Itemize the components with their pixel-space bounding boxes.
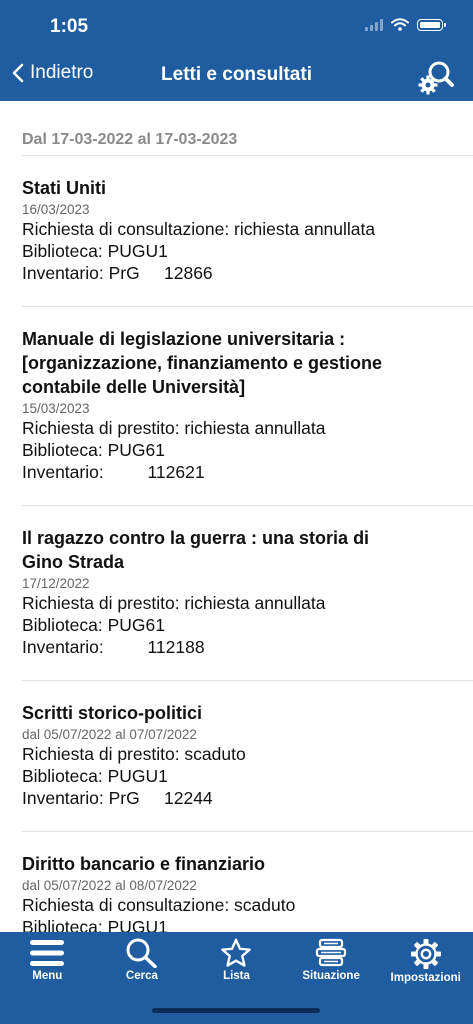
item-library: Biblioteca: PUGU1 [22,241,168,261]
books-stack-icon [315,938,347,967]
item-status: Richiesta di consultazione: richiesta an… [22,219,376,239]
item-library: Biblioteca: PUGU1 [22,917,168,932]
search-gear-icon [418,61,454,95]
tab-search[interactable]: Cerca [95,932,190,992]
home-indicator [152,1008,320,1013]
item-inventory: Inventario: PrG 12244 [22,788,213,808]
history-list[interactable]: Dal 17-03-2022 al 17-03-2023 Stati Uniti… [0,101,473,932]
list-item[interactable]: Manuale di legislazione universitaria : … [22,307,473,506]
signal-icon [365,18,383,31]
item-date: dal 05/07/2022 al 07/07/2022 [22,727,197,742]
item-title: Manuale di legislazione universitaria : … [22,329,383,397]
wifi-icon [391,18,409,31]
tab-list[interactable]: Lista [189,932,284,992]
search-icon [126,938,157,968]
navigation-header: 1:05 Indietro Letti e consultati [0,0,473,101]
item-status: Richiesta di prestito: richiesta annulla… [22,418,326,438]
star-icon [221,938,252,967]
item-status: Richiesta di prestito: scaduto [22,744,246,764]
hamburger-icon [30,940,65,966]
item-date: 15/03/2023 [22,401,90,416]
item-library: Biblioteca: PUGU1 [22,766,168,786]
item-status: Richiesta di consultazione: scaduto [22,895,296,915]
item-date: 17/12/2022 [22,576,90,591]
list-item[interactable]: Il ragazzo contro la guerra : una storia… [22,506,473,681]
status-time: 1:05 [50,16,89,37]
list-item[interactable]: Diritto bancario e finanziario dal 05/07… [22,832,473,932]
search-settings-button[interactable] [417,58,455,96]
item-title: Scritti storico-politici [22,703,203,723]
item-title: Stati Uniti [22,178,106,198]
tab-menu-label: Menu [32,970,63,982]
battery-icon [417,18,446,31]
tab-bar: Menu Cerca Lista Situazione Impostazioni [0,932,473,1024]
item-status: Richiesta di prestito: richiesta annulla… [22,593,326,613]
item-inventory: Inventario: 112188 [22,637,205,657]
item-library: Biblioteca: PUG61 [22,440,165,460]
tab-situation-label: Situazione [302,970,360,982]
page-title: Letti e consultati [161,64,312,85]
item-library: Biblioteca: PUG61 [22,615,165,635]
status-icons [365,18,446,31]
item-inventory: Inventario: 112621 [22,462,205,482]
tab-settings[interactable]: Impostazioni [378,932,473,992]
item-inventory: Inventario: PrG 12866 [22,263,213,283]
list-item[interactable]: Scritti storico-politici dal 05/07/2022 … [22,681,473,832]
tab-settings-label: Impostazioni [390,972,461,984]
tab-menu[interactable]: Menu [0,932,95,992]
tab-situation[interactable]: Situazione [284,932,379,992]
gear-icon [410,939,441,969]
tab-search-label: Cerca [125,970,158,982]
item-title: Il ragazzo contro la guerra : una storia… [22,528,370,572]
item-date: 16/03/2023 [22,202,90,217]
list-item[interactable]: Stati Uniti 16/03/2023 Richiesta di cons… [22,156,473,307]
tab-list-label: Lista [223,970,250,982]
date-range-label: Dal 17-03-2022 al 17-03-2023 [22,131,238,148]
date-range-header: Dal 17-03-2022 al 17-03-2023 [22,101,473,156]
item-title: Diritto bancario e finanziario [22,854,266,874]
item-date: dal 05/07/2022 al 08/07/2022 [22,878,197,893]
